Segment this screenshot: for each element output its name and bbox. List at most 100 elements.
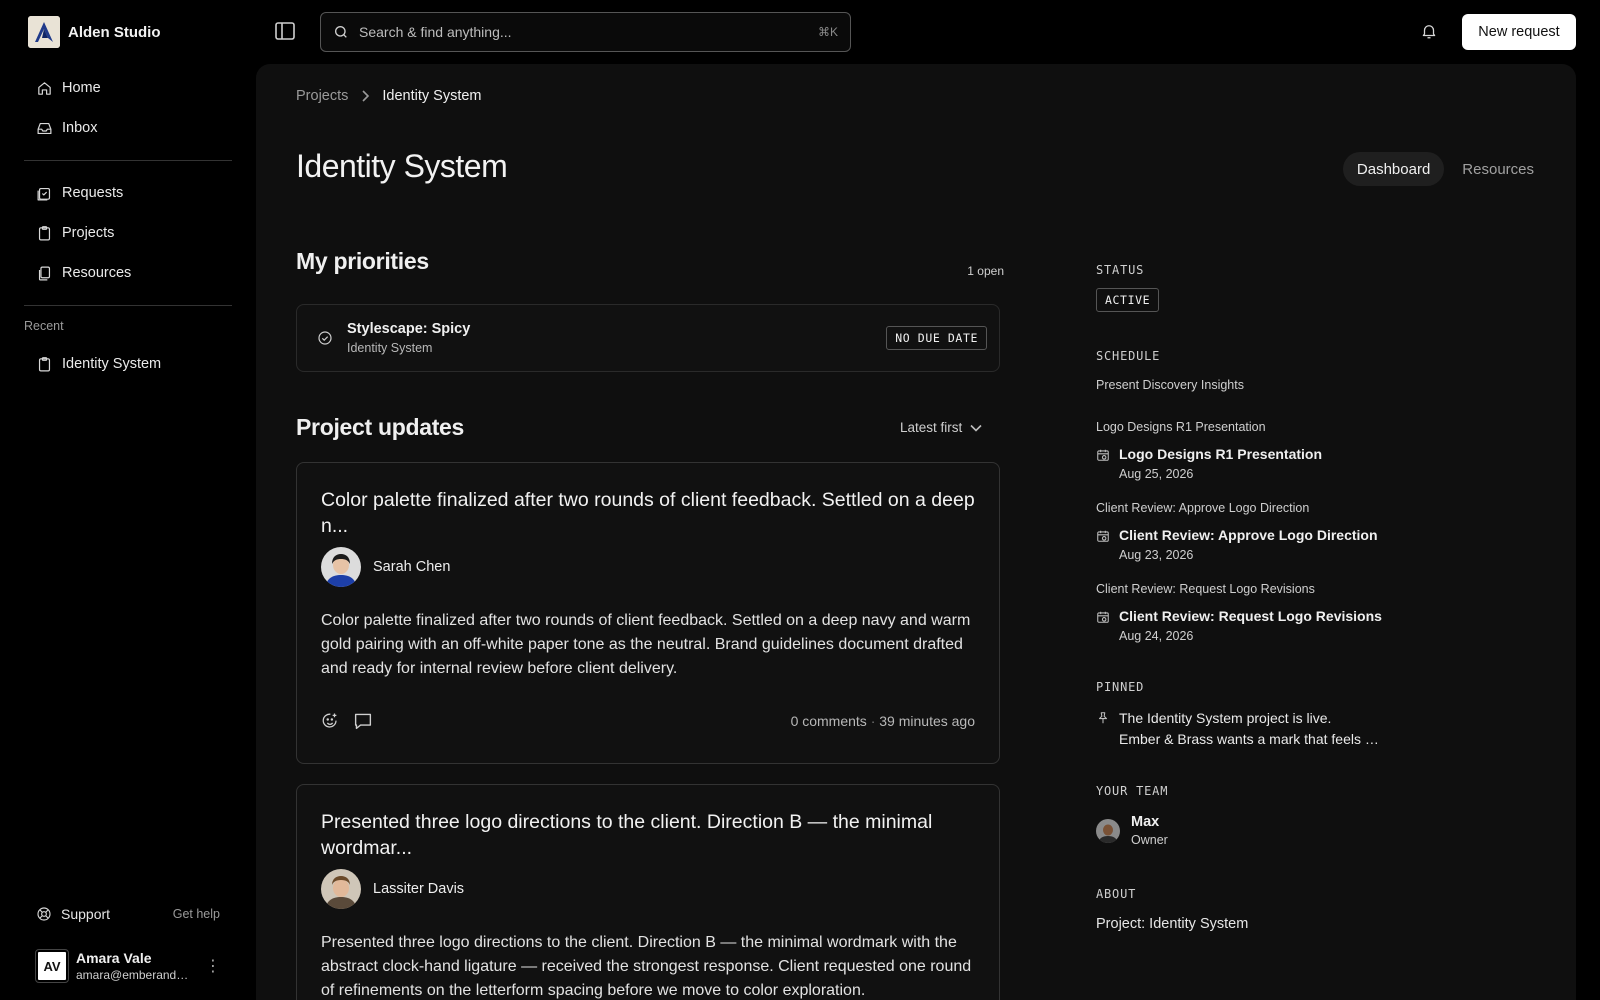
pinned-line: Ember & Brass wants a mark that feels ti…: [1119, 731, 1379, 747]
author-name: Lassiter Davis: [373, 881, 465, 897]
breadcrumb-current: Identity System: [382, 88, 482, 104]
support-link[interactable]: Support: [36, 906, 110, 922]
updates-heading: Project updates: [296, 414, 465, 440]
pin-icon: [1098, 712, 1108, 724]
sidebar-divider: [24, 160, 232, 161]
schedule-text: Logo Designs R1 Presentation Aug 25, 202…: [1119, 446, 1322, 481]
brand[interactable]: Alden Studio: [28, 16, 161, 48]
schedule-date: Aug 23, 2026: [1119, 548, 1194, 562]
brand-name: Alden Studio: [68, 23, 161, 41]
chevron-right-icon: [362, 90, 370, 102]
support-row: Support Get help: [36, 906, 220, 922]
avatar: [321, 869, 361, 909]
more-vertical-icon[interactable]: ⋮: [205, 956, 221, 976]
update-title: Color palette finalized after two rounds…: [321, 489, 975, 537]
avatar: [321, 547, 361, 587]
tab-dashboard[interactable]: Dashboard: [1342, 152, 1445, 186]
pinned-text: The Identity System project is live. Emb…: [1119, 708, 1379, 750]
view-tabs: Dashboard Resources: [1342, 152, 1548, 186]
status-badge: ACTIVE: [1096, 288, 1160, 312]
update-author: Sarah Chen: [321, 547, 975, 587]
calendar-clock-icon: [1097, 530, 1109, 542]
update-meta: 0 comments · 39 minutes ago: [791, 713, 975, 729]
new-request-button[interactable]: New request: [1462, 14, 1576, 50]
schedule-title: Client Review: Request Logo Revisions: [1119, 608, 1382, 624]
pinned-note[interactable]: The Identity System project is live. Emb…: [1096, 708, 1396, 750]
recent-label: Recent: [24, 319, 64, 333]
search-icon: [335, 26, 347, 38]
schedule-title: Logo Designs R1 Presentation: [1119, 446, 1323, 462]
user-profile[interactable]: AV Amara Vale amara@emberandbrass.com ⋮: [35, 949, 221, 983]
priority-item[interactable]: Stylescape: Spicy Identity System NO DUE…: [296, 304, 1000, 372]
support-label: Support: [61, 906, 111, 922]
search-shortcut: ⌘K: [817, 25, 838, 39]
status-label: STATUS: [1096, 263, 1145, 277]
add-reaction-icon[interactable]: [321, 712, 339, 730]
team-member[interactable]: Max Owner: [1096, 814, 1168, 847]
search-input[interactable]: [359, 24, 808, 40]
update-author: Lassiter Davis: [321, 869, 975, 909]
schedule-item[interactable]: Client Review: Approve Logo Direction Au…: [1096, 527, 1378, 562]
calendar-clock-icon: [1097, 449, 1109, 461]
avatar: AV: [35, 949, 69, 983]
card-actions: 0 comments · 39 minutes ago: [321, 709, 975, 733]
schedule-group-label: Client Review: Approve Logo Direction: [1096, 501, 1310, 515]
breadcrumb-projects[interactable]: Projects: [296, 88, 348, 104]
clipboard-icon: [38, 225, 51, 240]
sidebar-item-requests[interactable]: Requests: [24, 173, 232, 213]
update-card[interactable]: Color palette finalized after two rounds…: [296, 462, 1000, 764]
sidebar-item-label: Requests: [62, 185, 124, 201]
home-icon: [38, 81, 51, 95]
sidebar-item-label: Identity System: [62, 356, 162, 372]
team-member-role: Owner: [1131, 833, 1168, 847]
pinned-label: PINNED: [1096, 680, 1145, 694]
lifebuoy-icon: [37, 907, 51, 921]
get-help-link[interactable]: Get help: [173, 907, 220, 921]
sidebar-divider: [24, 305, 232, 306]
calendar-clock-icon: [1097, 611, 1109, 623]
resources-icon: [38, 266, 51, 280]
sidebar-item-resources[interactable]: Resources: [24, 253, 232, 293]
sidebar-item-projects[interactable]: Projects: [24, 213, 232, 253]
schedule-item[interactable]: Client Review: Request Logo Revisions Au…: [1096, 608, 1382, 643]
sidebar-toggle-icon[interactable]: [274, 21, 296, 41]
bell-icon[interactable]: [1420, 21, 1438, 46]
update-card[interactable]: Presented three logo directions to the c…: [296, 784, 1000, 1000]
schedule-group-label: Logo Designs R1 Presentation: [1096, 420, 1266, 434]
priority-text: Stylescape: Spicy Identity System: [347, 321, 886, 355]
primary-nav: Home Inbox: [24, 68, 232, 148]
schedule-date: Aug 25, 2026: [1119, 467, 1194, 481]
requests-icon: [37, 187, 51, 200]
about-label: ABOUT: [1096, 887, 1137, 901]
comment-count[interactable]: 0 comments: [791, 713, 867, 729]
sidebar-item-home[interactable]: Home: [24, 68, 232, 108]
priorities-heading: My priorities: [296, 248, 429, 274]
brand-logo-icon: [28, 16, 60, 48]
sidebar-item-identity-system[interactable]: Identity System: [24, 344, 232, 384]
schedule-group-label: Client Review: Request Logo Revisions: [1096, 582, 1315, 596]
schedule-item[interactable]: Present Discovery Insights: [1096, 378, 1244, 392]
page-title: Identity System: [296, 148, 508, 184]
sidebar-item-inbox[interactable]: Inbox: [24, 108, 232, 148]
schedule-text: Client Review: Request Logo Revisions Au…: [1119, 608, 1382, 643]
schedule-label: SCHEDULE: [1096, 349, 1161, 363]
sidebar-item-label: Projects: [62, 225, 115, 241]
chevron-down-icon: [970, 424, 982, 432]
update-body: Presented three logo directions to the c…: [321, 934, 972, 999]
schedule-text: Client Review: Approve Logo Direction Au…: [1119, 527, 1378, 562]
check-circle-icon[interactable]: [317, 330, 333, 346]
schedule-title: Client Review: Approve Logo Direction: [1119, 527, 1378, 543]
schedule-item[interactable]: Logo Designs R1 Presentation Aug 25, 202…: [1096, 446, 1322, 481]
app-root: Alden Studio Home Inbox Requests Project…: [0, 0, 1600, 1000]
breadcrumb: Projects Identity System: [296, 88, 482, 104]
sort-dropdown[interactable]: Latest first: [900, 420, 982, 435]
recent-nav: Identity System: [24, 344, 232, 384]
team-member-text: Max Owner: [1131, 814, 1168, 847]
user-text: Amara Vale amara@emberandbrass.com: [76, 950, 197, 982]
comment-icon[interactable]: [353, 712, 373, 730]
sidebar-item-label: Resources: [62, 265, 132, 281]
tab-resources[interactable]: Resources: [1448, 152, 1548, 186]
team-member-name: Max: [1131, 814, 1160, 830]
due-date-badge: NO DUE DATE: [886, 326, 987, 350]
update-body: Color palette finalized after two rounds…: [321, 612, 971, 677]
